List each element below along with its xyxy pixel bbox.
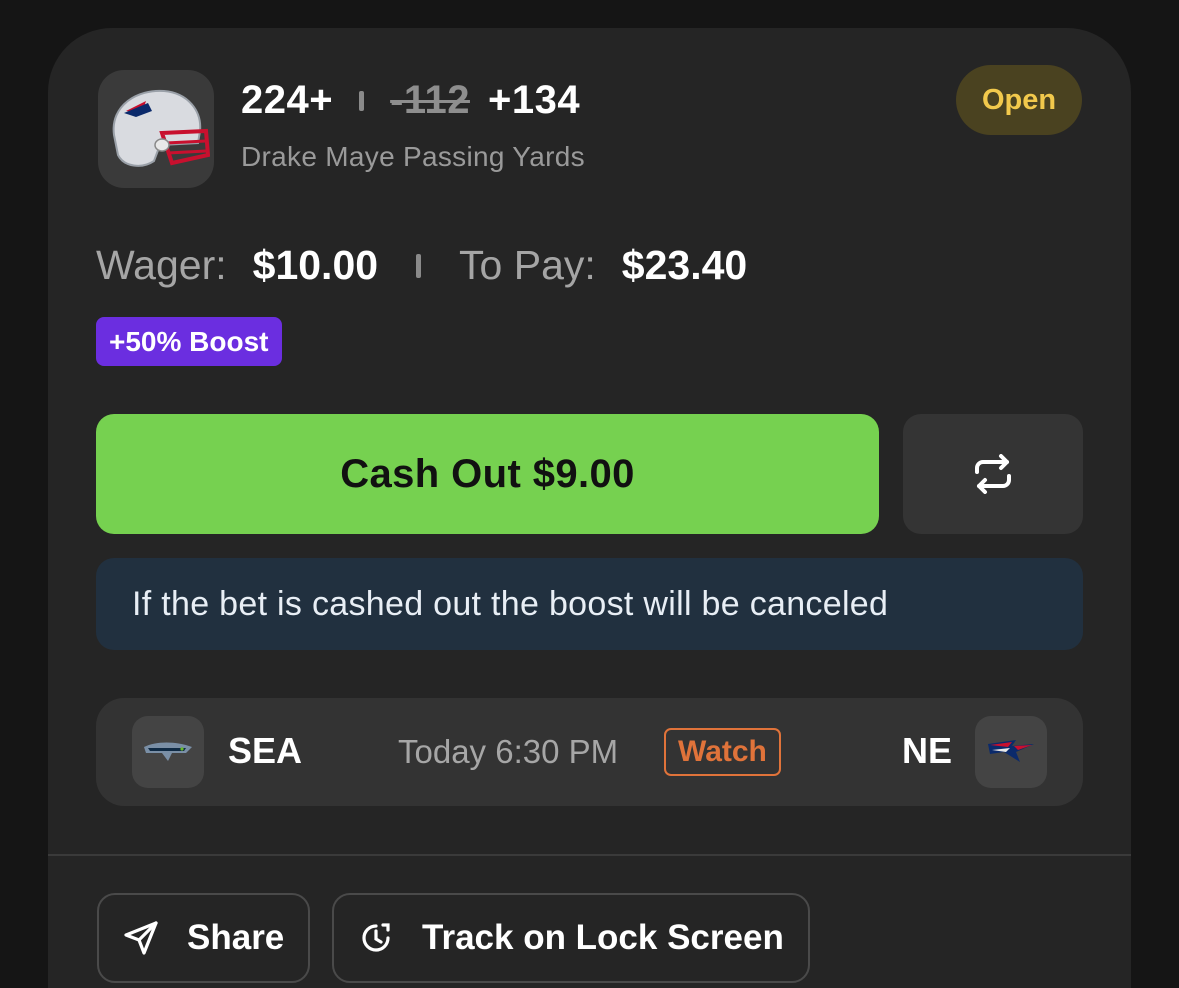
wager-label: Wager: bbox=[96, 242, 227, 288]
track-lock-screen-button[interactable]: Track on Lock Screen bbox=[332, 893, 810, 983]
game-time: Today 6:30 PM bbox=[398, 733, 619, 770]
home-team-abbr: NE bbox=[902, 730, 953, 771]
home-team-logo bbox=[975, 716, 1047, 788]
separator bbox=[359, 90, 365, 111]
wager-value: $10.00 bbox=[252, 242, 379, 288]
boost-badge: +50% Boost bbox=[96, 317, 282, 366]
team-helmet-tile bbox=[98, 70, 214, 188]
seahawks-logo-icon bbox=[144, 742, 192, 761]
wager-row: Wager: $10.00 To Pay: $23.40 bbox=[96, 242, 747, 289]
away-team-logo bbox=[132, 716, 204, 788]
swap-button[interactable] bbox=[903, 414, 1083, 534]
share-button[interactable]: Share bbox=[97, 893, 311, 983]
prop-name: Drake Maye Passing Yards bbox=[241, 141, 585, 172]
send-icon bbox=[123, 920, 159, 956]
game-info-row[interactable]: SEA Today 6:30 PM Watch NE bbox=[96, 698, 1083, 806]
status-badge: Open bbox=[956, 65, 1082, 135]
divider bbox=[48, 854, 1131, 856]
boost-cancel-notice: If the bet is cashed out the boost will … bbox=[96, 558, 1083, 650]
helmet-icon bbox=[112, 89, 210, 167]
cash-out-button[interactable]: Cash Out $9.00 bbox=[96, 414, 879, 534]
away-team-abbr: SEA bbox=[228, 730, 303, 771]
patriots-logo-icon bbox=[988, 740, 1034, 762]
old-odds: -112 bbox=[390, 78, 470, 122]
separator bbox=[416, 253, 422, 278]
to-pay-label: To Pay: bbox=[459, 242, 596, 288]
swap-arrows-icon bbox=[975, 454, 1011, 494]
boosted-odds: +134 bbox=[487, 78, 581, 122]
bet-line: 224+ bbox=[241, 78, 334, 122]
to-pay-value: $23.40 bbox=[621, 242, 748, 288]
track-label: Track on Lock Screen bbox=[422, 918, 784, 957]
odds-line: 224+ -112 +134 bbox=[241, 78, 580, 123]
timer-icon bbox=[358, 920, 394, 956]
watch-button[interactable]: Watch bbox=[664, 728, 781, 776]
bet-card: 224+ -112 +134 Drake Maye Passing Yards … bbox=[48, 28, 1131, 988]
share-label: Share bbox=[187, 918, 285, 957]
